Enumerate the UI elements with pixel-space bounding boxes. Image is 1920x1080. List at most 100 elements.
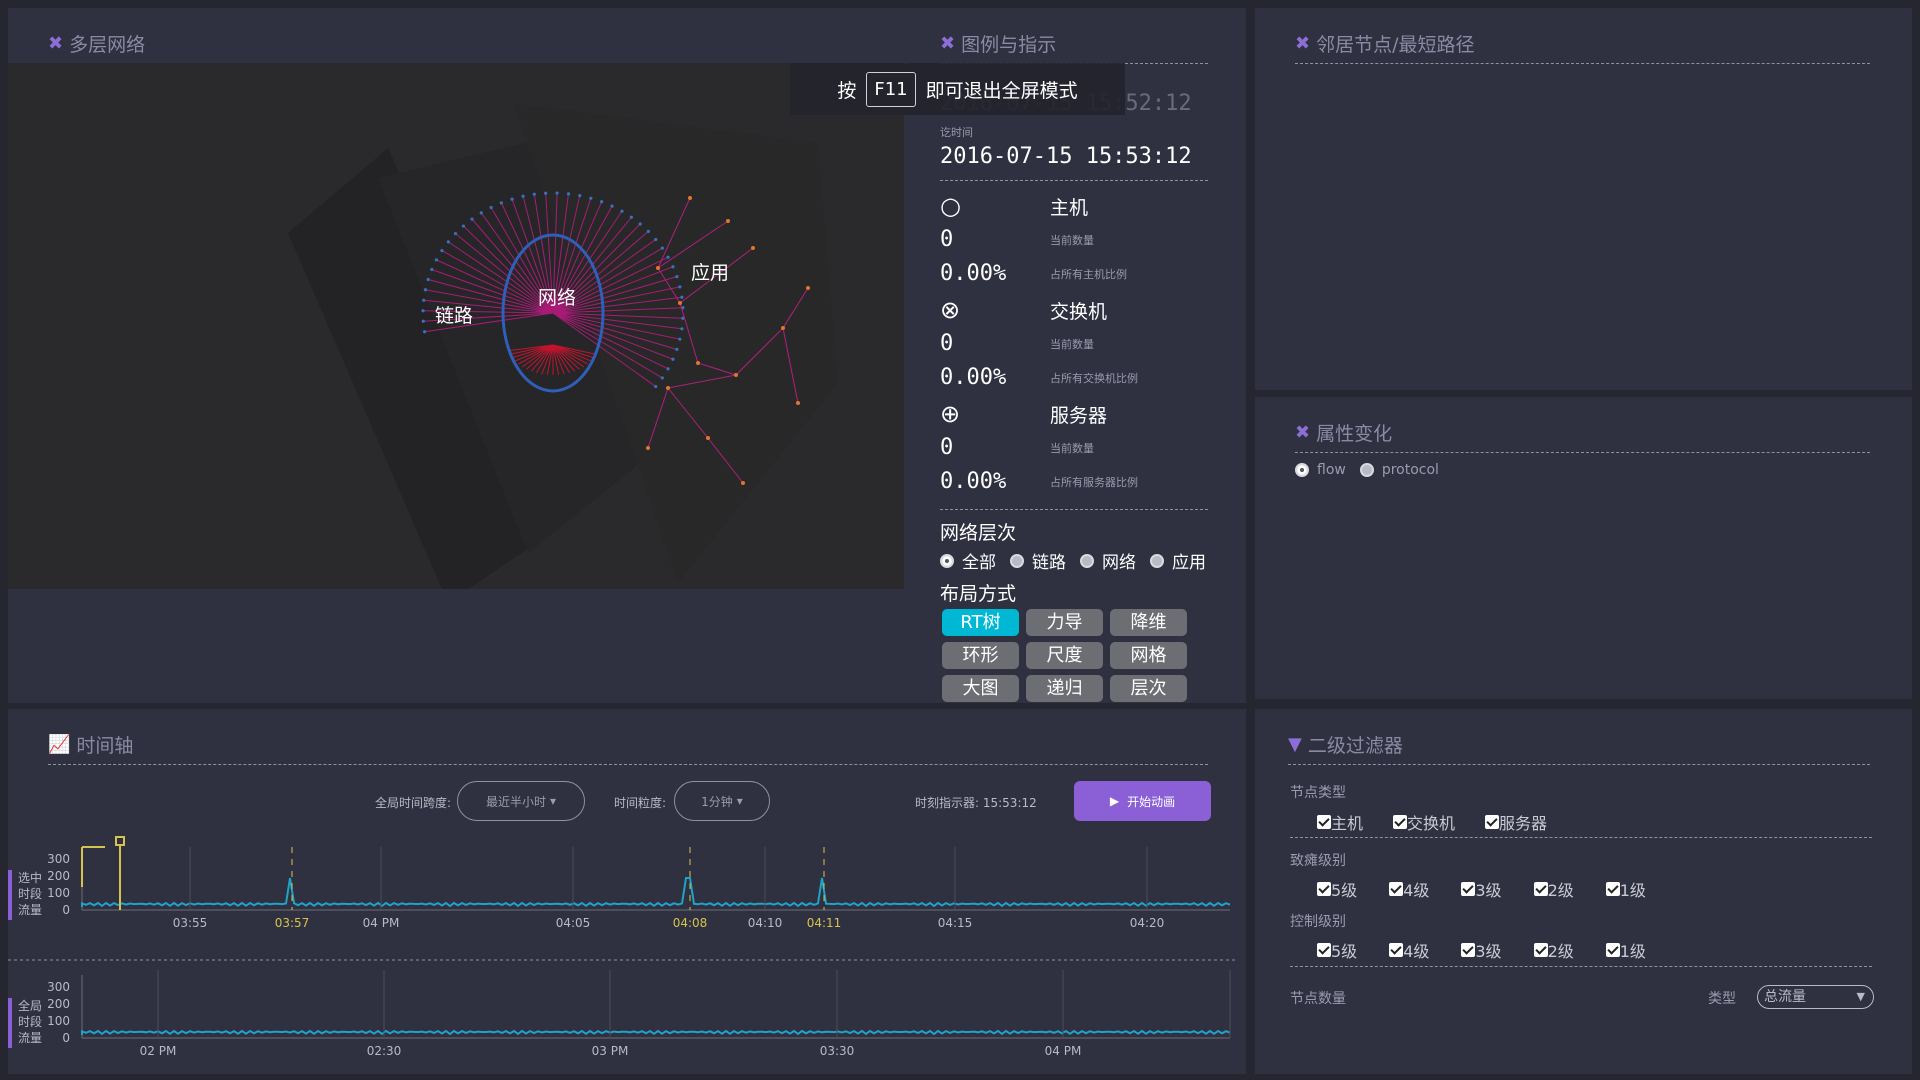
legend-count-row: 0 当前数量 — [940, 331, 1094, 356]
axis-label: 全局 — [18, 998, 42, 1013]
x-tick: 04 PM — [1045, 1044, 1082, 1058]
attr-protocol-label: protocol — [1381, 462, 1439, 478]
type-select[interactable]: 总流量 ▼ — [1757, 985, 1874, 1009]
end-time-label: 讫时间 — [940, 126, 973, 139]
x-tick: 04:15 — [938, 916, 973, 930]
network-panel-title: ✖ 多层网络 — [48, 33, 146, 56]
layout-button[interactable]: 降维 — [1110, 609, 1187, 636]
fullscreen-notice: 按 F11 即可退出全屏模式 — [790, 63, 1125, 115]
layout-button[interactable]: 递归 — [1026, 675, 1103, 702]
x-tick: 04:20 — [1130, 916, 1165, 930]
layer-option[interactable]: 网络 — [1080, 548, 1136, 573]
x-tick: 03:55 — [173, 916, 208, 930]
filter-icon: ▼ — [1288, 734, 1302, 755]
play-icon: ▶ — [1109, 794, 1120, 808]
axis-label: 流量 — [18, 1031, 42, 1045]
host-icon: ○ — [940, 192, 961, 220]
layout-button[interactable]: 尺度 — [1026, 642, 1103, 669]
danger-label: 致瘫级别 — [1290, 853, 1346, 869]
layer-title: 网络层次 — [940, 522, 1017, 544]
timeline-panel-title: 📈 时间轴 — [48, 734, 134, 757]
y-tick: 300 — [47, 852, 70, 866]
legend-item-name: 主机 — [1050, 196, 1089, 219]
attr-panel: ✖ 属性变化 flow protocol — [1255, 397, 1912, 699]
f11-key: F11 — [866, 71, 916, 107]
legend-ratio: 0.00% — [940, 261, 1007, 286]
filter-checkbox[interactable]: 1级 — [1605, 877, 1646, 901]
legend-count: 0 — [940, 331, 954, 356]
x-tick: 04:05 — [556, 916, 591, 930]
legend-item: ⊗ 交换机 — [940, 296, 1107, 324]
chevron-down-icon: ▼ — [1856, 990, 1865, 1003]
x-tick: 02:30 — [367, 1044, 402, 1058]
span-label: 全局时间跨度: — [375, 796, 452, 810]
filter-checkbox[interactable]: 4级 — [1389, 938, 1429, 962]
layer-label-app: 应用 — [691, 262, 730, 284]
layout-button[interactable]: 力导 — [1026, 609, 1103, 636]
legend-count-row: 0 当前数量 — [940, 435, 1094, 460]
timeline-charts[interactable]: 选中时段流量300200100003:55 03:57 04 PM 04:05 04:0… — [0, 820, 1240, 1080]
x-tick: 02 PM — [140, 1044, 177, 1058]
x-tick: 04:10 — [748, 916, 783, 930]
filter-checkbox[interactable]: 服务器 — [1485, 810, 1547, 834]
x-tick: 04:11 — [807, 916, 842, 930]
filter-checkbox[interactable]: 交换机 — [1393, 810, 1455, 834]
filter-checkbox[interactable]: 3级 — [1461, 938, 1502, 962]
filter-checkbox[interactable]: 5级 — [1317, 938, 1357, 962]
axis-label: 时段 — [18, 886, 42, 901]
neighbors-panel: ✖ 邻居节点/最短路径 — [1255, 8, 1912, 390]
layout-button[interactable]: 大图 — [942, 675, 1019, 702]
server-icon: ⊕ — [940, 400, 961, 428]
attr-icon: ✖ — [1295, 422, 1311, 443]
filter-checkbox[interactable]: 4级 — [1389, 877, 1429, 901]
end-time: 2016-07-15 15:53:12 — [940, 144, 1192, 169]
attr-panel-title: ✖ 属性变化 — [1295, 422, 1393, 445]
gran-select[interactable]: 1分钟 ▾ — [674, 781, 770, 821]
layer-option[interactable]: 全部 — [940, 548, 996, 573]
y-tick: 300 — [47, 980, 70, 994]
x-tick: 04 PM — [363, 916, 400, 930]
y-tick: 100 — [47, 1014, 70, 1028]
filter-checkbox[interactable]: 5级 — [1317, 877, 1357, 901]
attr-flow-label: flow — [1317, 462, 1346, 478]
legend-ratio-row: 0.00% 占所有服务器比例 — [940, 469, 1138, 494]
layout-button[interactable]: 层次 — [1110, 675, 1187, 702]
layer-option[interactable]: 应用 — [1150, 548, 1206, 573]
legend-count: 0 — [940, 227, 954, 252]
layer-option[interactable]: 链路 — [1010, 548, 1066, 573]
legend-count-label: 当前数量 — [1050, 441, 1094, 455]
x-tick: 03:57 — [275, 916, 310, 930]
axis-label: 流量 — [18, 903, 42, 917]
span-select[interactable]: 最近半小时 ▾ — [457, 781, 585, 821]
network-canvas[interactable]: 链路 网络 应用 — [8, 63, 904, 589]
switch-icon: ⊗ — [940, 296, 961, 324]
filter-panel-title: ▼ 二级过滤器 — [1288, 734, 1403, 757]
legend-count: 0 — [940, 435, 954, 460]
layout-button[interactable]: 网格 — [1110, 642, 1187, 669]
layout-button[interactable]: 环形 — [942, 642, 1019, 669]
x-tick: 03:30 — [820, 1044, 855, 1058]
y-tick: 100 — [47, 886, 70, 900]
legend-panel-title: ✖ 图例与指示 — [940, 33, 1057, 56]
filter-checkbox[interactable]: 2级 — [1533, 877, 1574, 901]
play-animation-button[interactable]: ▶ 开始动画 — [1074, 781, 1211, 821]
legend-count-label: 当前数量 — [1050, 233, 1094, 247]
attr-protocol-radio[interactable] — [1359, 463, 1374, 477]
legend-ratio-row: 0.00% 占所有交换机比例 — [940, 365, 1138, 390]
node-count-label: 节点数量 — [1290, 991, 1346, 1007]
filter-checkbox[interactable]: 2级 — [1533, 938, 1574, 962]
filter-checkbox[interactable]: 1级 — [1605, 938, 1646, 962]
legend-item-name: 服务器 — [1050, 404, 1108, 427]
filter-checkbox[interactable]: 主机 — [1317, 810, 1363, 834]
legend-item: ○ 主机 — [940, 192, 1088, 220]
layout-title: 布局方式 — [940, 583, 1017, 605]
legend-icon: ✖ — [940, 33, 956, 54]
layout-button[interactable]: RT树 — [942, 609, 1019, 636]
y-tick: 0 — [62, 903, 70, 917]
layer-label-link: 链路 — [435, 305, 474, 327]
filter-checkbox[interactable]: 3级 — [1461, 877, 1502, 901]
neighbors-panel-title: ✖ 邻居节点/最短路径 — [1295, 33, 1475, 56]
legend-ratio: 0.00% — [940, 365, 1007, 390]
attr-flow-radio[interactable] — [1295, 463, 1309, 477]
legend-item-name: 交换机 — [1050, 300, 1108, 323]
